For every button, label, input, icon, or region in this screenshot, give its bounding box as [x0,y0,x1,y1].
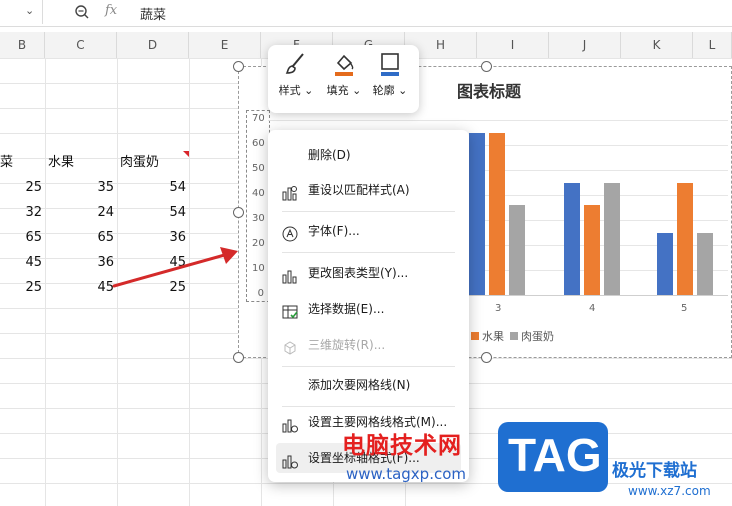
fill-button[interactable]: 填充 ⌄ [322,51,366,98]
column-header-i[interactable]: I [477,32,549,58]
resize-handle[interactable] [233,352,244,363]
bar-4-series-2[interactable] [584,205,600,295]
fx-icon[interactable]: fx [105,3,117,18]
y-tick-label: 60 [252,138,265,149]
menu-item-select-data[interactable]: 选择数据(E)... [268,294,469,324]
column-header-k[interactable]: K [621,32,693,58]
table-cell[interactable]: 45 [0,250,42,275]
comment-marker [183,151,189,157]
chart-type-icon [282,265,298,284]
bar-3-series-3[interactable] [509,205,525,295]
style-label: 样式 [278,84,301,97]
menu-item-add-minor-gridlines[interactable]: 添加次要网格线(N) [268,370,469,400]
watermark-brand: 极光下载站 [612,461,697,481]
axis-format-icon [282,450,298,469]
x-tick-label: 3 [495,303,502,314]
column-header-b[interactable]: B [0,32,45,58]
y-tick-label: 70 [252,113,265,124]
menu-item-change-chart-type[interactable]: 更改图表类型(Y)... [268,258,469,288]
annotation-arrow [112,247,238,288]
column-header-j[interactable]: J [549,32,621,58]
legend-swatch-meat [510,332,518,340]
table-cell[interactable]: 25 [0,175,42,200]
select-data-icon [282,301,298,319]
x-tick-label: 4 [589,303,596,314]
gridline [268,120,728,121]
bar-4-series-1[interactable] [564,182,580,295]
column-header-l[interactable]: L [693,32,732,58]
reset-style-icon [282,182,298,201]
outline-label: 轮廓 [372,84,395,97]
table-cell[interactable]: 32 [0,200,42,225]
watermark-site-url: www.tagxp.com [346,465,466,483]
y-tick-label: 0 [257,288,264,299]
menu-item-reset-style[interactable]: 重设以匹配样式(A) [268,175,469,205]
y-tick-label: 30 [252,213,265,224]
rotate-3d-icon [282,337,298,355]
zoom-icon[interactable] [74,4,90,20]
style-button[interactable]: 样式 ⌄ [274,51,318,98]
watermark-site-name: 电脑技术网 [342,433,462,459]
chevron-down-icon[interactable]: ⌄ [25,4,34,17]
formula-input[interactable]: 蔬菜 [140,4,166,23]
bar-5-series-3[interactable] [697,232,713,295]
cell-header-meat[interactable]: 肉蛋奶 [120,150,180,175]
formula-bar: ⌄ fx 蔬菜 [0,0,732,27]
tag-logo-text: TAG [508,429,602,481]
cell-header-vegetable[interactable]: 菜 [0,150,40,175]
chart-mini-toolbar: 样式 ⌄ 填充 ⌄ 轮廓 ⌄ [268,45,419,113]
column-header-d[interactable]: D [117,32,189,58]
cell-header-fruit[interactable]: 水果 [48,150,108,175]
bar-3-series-2[interactable] [489,132,505,295]
resize-handle[interactable] [481,61,492,72]
resize-handle[interactable] [481,352,492,363]
bar-5-series-1[interactable] [657,232,673,295]
outline-button[interactable]: 轮廓 ⌄ [368,51,412,98]
outline-icon [368,51,412,77]
legend-label-fruit[interactable]: 水果 [482,328,504,344]
column-header-e[interactable]: E [189,32,261,58]
gridline-format-icon [282,414,298,433]
resize-handle[interactable] [233,207,244,218]
table-cell[interactable]: 54 [117,175,186,200]
column-header-c[interactable]: C [45,32,117,58]
brush-icon [274,51,318,77]
menu-item-3d-rotation: 三维旋转(R)... [268,330,469,360]
bar-4-series-3[interactable] [604,182,620,295]
legend-swatch-fruit [471,332,479,340]
menu-item-font[interactable]: 字体(F)... [268,216,469,246]
bar-3-series-1[interactable] [469,132,485,295]
table-cell[interactable]: 25 [0,275,42,300]
name-box[interactable]: ⌄ [0,0,43,24]
chart-title[interactable]: 图表标题 [457,78,521,102]
table-cell[interactable]: 65 [0,225,42,250]
legend-label-meat[interactable]: 肉蛋奶 [521,328,554,344]
y-tick-label: 50 [252,163,265,174]
font-icon [282,223,298,242]
fill-bucket-icon [322,51,366,77]
table-cell[interactable]: 54 [117,200,186,225]
fill-label: 填充 [326,84,349,97]
menu-item-delete[interactable]: 删除(D) [268,140,469,170]
table-cell[interactable]: 35 [45,175,114,200]
y-tick-label: 20 [252,238,265,249]
watermark-tag-logo: TAG [498,422,608,492]
table-cell[interactable]: 24 [45,200,114,225]
y-tick-label: 10 [252,263,265,274]
watermark-brand-url: www.xz7.com [628,484,711,498]
bar-5-series-2[interactable] [677,182,693,295]
x-tick-label: 5 [681,303,688,314]
y-tick-label: 40 [252,188,265,199]
resize-handle[interactable] [233,61,244,72]
